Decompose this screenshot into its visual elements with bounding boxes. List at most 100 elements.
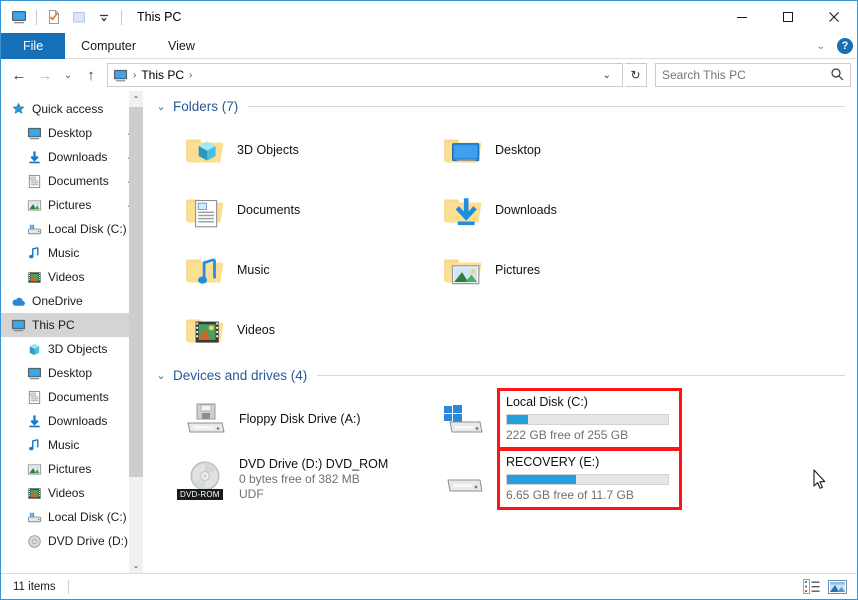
maximize-button[interactable] [765,1,811,33]
folder-music-icon [183,249,225,291]
drive-item[interactable]: RECOVERY (E:) 6.65 GB free of 11.7 GB [413,448,713,510]
videos-icon [25,268,43,286]
tab-computer[interactable]: Computer [65,33,152,59]
drive-capacity-bar [506,474,669,485]
sidebar-item-this-pc[interactable]: This PC [1,313,143,337]
this-pc-icon [9,316,27,334]
breadcrumb[interactable]: › This PC › ⌄ [107,63,623,87]
sidebar-item-music[interactable]: Music [1,241,143,265]
help-icon[interactable]: ? [837,38,853,54]
drive-item[interactable]: DVD-ROM DVD Drive (D:) DVD_ROM 0 bytes fre… [155,449,413,509]
sidebar-scrollbar[interactable]: ⌃ ⌄ [129,91,143,573]
desktop-icon [25,364,43,382]
scrollbar-thumb[interactable] [129,107,143,477]
scroll-up-arrow[interactable]: ⌃ [129,91,143,107]
drive-item[interactable]: Floppy Disk Drive (A:) [155,389,413,449]
sidebar-item-videos[interactable]: Videos [1,265,143,289]
sidebar-item-label: OneDrive [32,294,83,308]
close-button[interactable] [811,1,857,33]
folder-item[interactable]: Music [155,240,413,300]
this-pc-icon[interactable] [9,7,29,27]
dvd-icon [25,532,43,550]
sidebar-item-label: 3D Objects [48,342,108,356]
sidebar-item-label: Downloads [48,150,108,164]
folder-item-label: Music [237,263,270,277]
sidebar-item-music[interactable]: Music [1,433,143,457]
sidebar-item-documents[interactable]: Documents [1,385,143,409]
details-view-icon[interactable] [801,578,821,596]
chevron-down-icon[interactable]: ⌄ [155,369,167,382]
properties-icon[interactable] [44,7,64,27]
folder-item-label: Desktop [495,143,541,157]
tab-view[interactable]: View [152,33,211,59]
drive-detail-line: UDF [239,486,264,501]
sidebar-item-onedrive[interactable]: OneDrive [1,289,143,313]
chevron-down-icon[interactable]: ⌄ [813,41,829,52]
sidebar-item-local-disk-c[interactable]: Local Disk (C:) [1,505,143,529]
folder-item[interactable]: Desktop [413,120,671,180]
forward-button[interactable]: → [33,63,57,87]
music-icon [25,244,43,262]
sidebar-item-local-disk-c[interactable]: Local Disk (C:) [1,217,143,241]
sidebar-item-downloads[interactable]: Downloads [1,409,143,433]
sidebar-item-videos[interactable]: Videos [1,481,143,505]
chevron-down-icon[interactable]: ⌄ [155,100,167,113]
devices-group-title: Devices and drives (4) [173,368,308,383]
back-button[interactable]: ← [7,63,31,87]
sidebar-item-label: This PC [32,318,75,332]
folder-item[interactable]: 3D Objects [155,120,413,180]
search-input[interactable] [662,68,830,82]
sidebar-item-pictures[interactable]: Pictures [1,457,143,481]
new-folder-icon[interactable] [69,7,89,27]
sidebar-item-quick-access[interactable]: Quick access [1,97,143,121]
sidebar-item-3d-objects[interactable]: 3D Objects [1,337,143,361]
folder-item[interactable]: Downloads [413,180,671,240]
sidebar-item-label: Quick access [32,102,104,116]
sidebar-item-pictures[interactable]: Pictures [1,193,143,217]
large-icons-view-icon[interactable] [827,578,847,596]
sidebar-item-downloads[interactable]: Downloads [1,145,143,169]
folder-downloads-icon [441,189,483,231]
refresh-button[interactable]: ↻ [625,63,647,87]
folder-item[interactable]: Documents [155,180,413,240]
sidebar-item-desktop[interactable]: Desktop [1,361,143,385]
status-divider [67,579,69,594]
folder-item-label: 3D Objects [237,143,299,157]
group-divider [248,106,845,107]
drive-name: Floppy Disk Drive (A:) [239,411,361,426]
dvd-drive-icon: DVD-ROM [177,458,229,500]
folder-item[interactable]: Pictures [413,240,671,300]
star-pin-icon [9,100,27,118]
breadcrumb-separator-2[interactable]: › [187,70,194,81]
sidebar-item-desktop[interactable]: Desktop [1,121,143,145]
tab-file[interactable]: File [1,33,66,59]
drive-capacity-bar [506,414,669,425]
documents-icon [25,388,43,406]
devices-group-header[interactable]: ⌄ Devices and drives (4) [155,368,857,383]
breadcrumb-item-this-pc[interactable]: This PC [141,68,184,82]
dropdown-caret-icon[interactable] [94,7,114,27]
folders-grid: 3D Objects Desktop Documents Downloads M… [155,120,857,360]
folder-item-label: Downloads [495,203,557,217]
search-icon[interactable] [830,67,844,84]
folder-pictures-icon [441,249,483,291]
group-divider [317,375,845,376]
drive-item[interactable]: Local Disk (C:) 222 GB free of 255 GB [413,388,713,450]
sidebar-item-label: Local Disk (C:) [48,222,127,236]
devices-grid: Floppy Disk Drive (A:) Local Disk (C:) 22… [155,388,857,510]
minimize-button[interactable] [719,1,765,33]
folders-group-title: Folders (7) [173,99,239,114]
sidebar-item-documents[interactable]: Documents [1,169,143,193]
sidebar-item-label: Videos [48,486,85,500]
up-button[interactable]: ↑ [79,63,103,87]
folder-item[interactable]: Videos [155,300,413,360]
search-box[interactable] [655,63,851,87]
drive-name: Local Disk (C:) [506,395,588,409]
chevron-down-icon[interactable]: ⌄ [596,70,618,81]
scroll-down-arrow[interactable]: ⌄ [129,557,143,573]
sidebar-item-dvd-drive-d-d[interactable]: DVD Drive (D:) D [1,529,143,553]
folders-group-header[interactable]: ⌄ Folders (7) [155,99,857,114]
breadcrumb-separator-1: › [133,69,137,81]
recent-locations-icon[interactable]: ⌄ [59,63,77,87]
drive-icon [441,458,487,500]
